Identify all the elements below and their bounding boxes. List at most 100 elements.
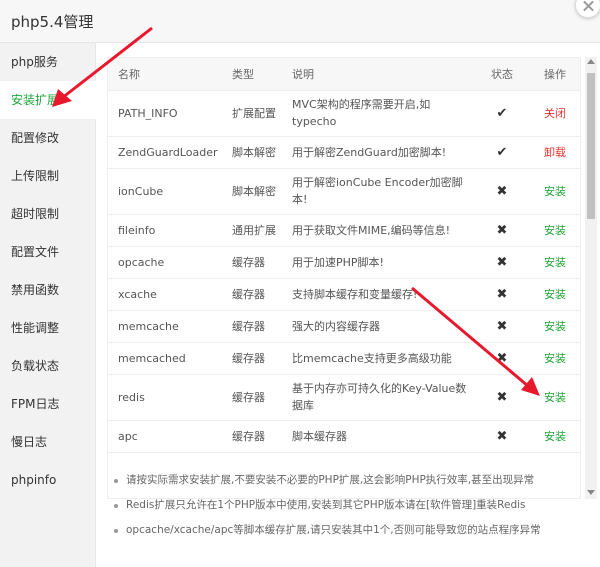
- extension-type: 脚本解密: [222, 168, 282, 215]
- extension-description: 支持脚本缓存和变量缓存!: [282, 278, 476, 311]
- table-row: redis 缓存器 基于内存亦可持久化的Key-Value数据库 ✖ 安装: [108, 374, 580, 421]
- scroll-thumb[interactable]: [587, 73, 595, 219]
- extension-status: ✖: [476, 374, 528, 421]
- col-header-type: 类型: [222, 58, 282, 91]
- col-header-status: 状态: [476, 58, 528, 91]
- extension-action-link[interactable]: 安装: [544, 224, 566, 237]
- extension-name: redis: [108, 374, 222, 421]
- cross-icon: ✖: [496, 389, 508, 405]
- check-icon: ✔: [496, 105, 508, 121]
- extension-action-cell: 卸载: [528, 136, 580, 169]
- table-row: opcache 缓存器 用于加速PHP脚本! ✖ 安装: [108, 246, 580, 279]
- cross-icon: ✖: [496, 286, 508, 302]
- extension-description: MVC架构的程序需要开启,如typecho: [282, 90, 476, 137]
- sidebar-item[interactable]: 配置文件: [0, 233, 96, 271]
- window-title: php5.4管理: [11, 13, 94, 31]
- extension-description: 用于解密ZendGuard加密脚本!: [282, 136, 476, 169]
- extension-description: 用于加速PHP脚本!: [282, 246, 476, 279]
- sidebar-item[interactable]: 性能调整: [0, 309, 96, 347]
- extension-status: ✖: [476, 278, 528, 311]
- sidebar-item[interactable]: 禁用函数: [0, 271, 96, 309]
- table-row: memcache 缓存器 强大的内容缓存器 ✖ 安装: [108, 310, 580, 343]
- extension-name: ionCube: [108, 168, 222, 215]
- php-manager-window: php5.4管理 php服务 安装扩展 配置修改 上传限制 超时限制 配置文件 禁用函数 性能…: [0, 0, 600, 567]
- extension-action-link[interactable]: 安装: [544, 430, 566, 443]
- extension-action-cell: 安装: [528, 310, 580, 343]
- sidebar-item[interactable]: 配置修改: [0, 119, 96, 157]
- extension-action-cell: 安装: [528, 168, 580, 215]
- extension-name: apc: [108, 420, 222, 453]
- extension-status: ✔: [476, 90, 528, 137]
- sidebar-item[interactable]: phpinfo: [0, 461, 96, 499]
- extension-type: 通用扩展: [222, 214, 282, 247]
- sidebar-item[interactable]: php服务: [0, 43, 96, 81]
- extension-action-link[interactable]: 关闭: [544, 107, 566, 120]
- extension-action-link[interactable]: 卸载: [544, 146, 566, 159]
- sidebar-item[interactable]: 上传限制: [0, 157, 96, 195]
- extensions-table: 名称 类型 说明 状态 操作 PATH_INFO 扩展配置 MVC架构的程序需要开启…: [108, 58, 580, 453]
- sidebar-item[interactable]: 负载状态: [0, 347, 96, 385]
- extension-action-cell: 安装: [528, 374, 580, 421]
- extension-description: 强大的内容缓存器: [282, 310, 476, 343]
- extension-type: 扩展配置: [222, 90, 282, 137]
- extension-action-link[interactable]: 安装: [544, 352, 566, 365]
- extension-action-link[interactable]: 安装: [544, 288, 566, 301]
- close-icon[interactable]: [575, 0, 600, 18]
- extension-status: ✖: [476, 310, 528, 343]
- cross-icon: ✖: [496, 428, 508, 444]
- extension-name: ZendGuardLoader: [108, 136, 222, 169]
- extension-action-link[interactable]: 安装: [544, 256, 566, 269]
- note-item: opcache/xcache/apc等脚本缓存扩展,请只安装其中1个,否则可能导…: [112, 518, 592, 543]
- extension-action-cell: 安装: [528, 278, 580, 311]
- extension-type: 缓存器: [222, 310, 282, 343]
- table-header-row: 名称 类型 说明 状态 操作: [108, 58, 580, 91]
- check-icon: ✔: [496, 144, 508, 160]
- extension-action-cell: 关闭: [528, 90, 580, 137]
- note-item: 请按实际需求安装扩展,不要安装不必要的PHP扩展,这会影响PHP执行效率,甚至出…: [112, 468, 592, 493]
- extension-name: xcache: [108, 278, 222, 311]
- extension-name: memcache: [108, 310, 222, 343]
- sidebar-item[interactable]: 慢日志: [0, 423, 96, 461]
- extension-action-link[interactable]: 安装: [544, 320, 566, 333]
- extension-description: 基于内存亦可持久化的Key-Value数据库: [282, 374, 476, 421]
- table-row: xcache 缓存器 支持脚本缓存和变量缓存! ✖ 安装: [108, 278, 580, 311]
- extension-description: 比memcache支持更多高级功能: [282, 342, 476, 375]
- table-scrollbar[interactable]: [585, 57, 597, 499]
- extension-status: ✖: [476, 420, 528, 453]
- extension-name: opcache: [108, 246, 222, 279]
- extension-action-cell: 安装: [528, 214, 580, 247]
- col-header-action: 操作: [528, 58, 580, 91]
- table-row: ionCube 脚本解密 用于解密ionCube Encoder加密脚本! ✖ 安装: [108, 168, 580, 215]
- scroll-up-arrow-icon[interactable]: [587, 59, 595, 64]
- note-item: Redis扩展只允许在1个PHP版本中使用,安装到其它PHP版本请在[软件管理]…: [112, 493, 592, 518]
- table-row: PATH_INFO 扩展配置 MVC架构的程序需要开启,如typecho ✔ 关闭: [108, 90, 580, 137]
- sidebar-item[interactable]: 超时限制: [0, 195, 96, 233]
- extension-name: memcached: [108, 342, 222, 375]
- extension-type: 缓存器: [222, 420, 282, 453]
- extension-action-link[interactable]: 安装: [544, 185, 566, 198]
- extension-description: 用于获取文件MIME,编码等信息!: [282, 214, 476, 247]
- sidebar-item[interactable]: 安装扩展: [0, 81, 97, 119]
- extension-status: ✖: [476, 246, 528, 279]
- col-header-desc: 说明: [282, 58, 476, 91]
- extension-name: fileinfo: [108, 214, 222, 247]
- cross-icon: ✖: [496, 183, 508, 199]
- notes-list: 请按实际需求安装扩展,不要安装不必要的PHP扩展,这会影响PHP执行效率,甚至出…: [112, 468, 592, 543]
- table-row: memcached 缓存器 比memcache支持更多高级功能 ✖ 安装: [108, 342, 580, 375]
- extension-type: 缓存器: [222, 342, 282, 375]
- sidebar: php服务 安装扩展 配置修改 上传限制 超时限制 配置文件 禁用函数 性能调整 负载状态 FPM…: [0, 43, 97, 567]
- cross-icon: ✖: [496, 254, 508, 270]
- sidebar-item[interactable]: FPM日志: [0, 385, 96, 423]
- extension-type: 脚本解密: [222, 136, 282, 169]
- extension-description: 脚本缓存器: [282, 420, 476, 453]
- extension-description: 用于解密ionCube Encoder加密脚本!: [282, 168, 476, 215]
- table-row: ZendGuardLoader 脚本解密 用于解密ZendGuard加密脚本! ✔ 卸载: [108, 136, 580, 169]
- extensions-table-container: 名称 类型 说明 状态 操作 PATH_INFO 扩展配置 MVC架构的程序需要开启…: [107, 57, 581, 499]
- extension-name: PATH_INFO: [108, 90, 222, 137]
- titlebar: php5.4管理: [0, 0, 600, 43]
- cross-icon: ✖: [496, 350, 508, 366]
- cross-icon: ✖: [496, 222, 508, 238]
- extension-status: ✖: [476, 342, 528, 375]
- extension-action-cell: 安装: [528, 342, 580, 375]
- extension-action-link[interactable]: 安装: [544, 391, 566, 404]
